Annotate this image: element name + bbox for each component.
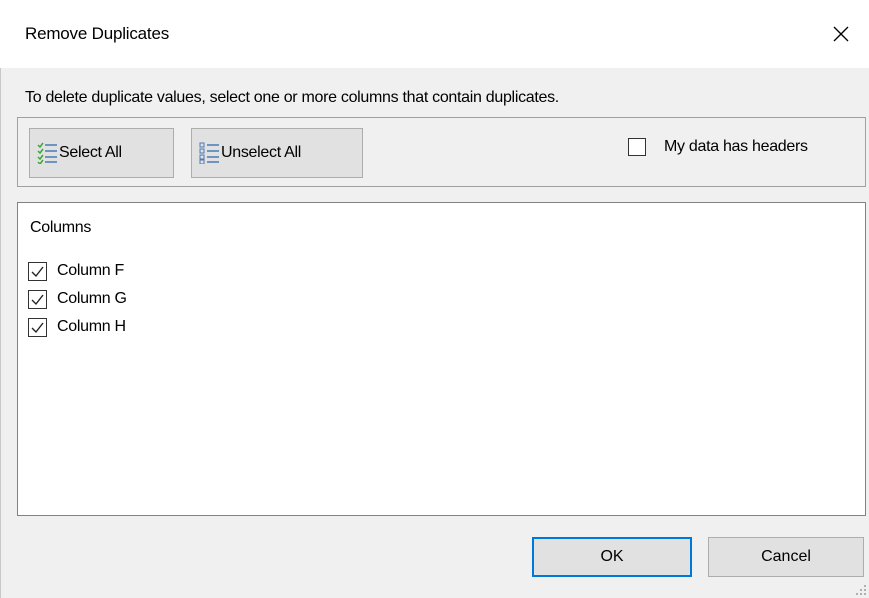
select-all-button[interactable]: Select All (29, 128, 174, 178)
checkmark-icon (31, 266, 44, 277)
column-g-label: Column G (57, 290, 127, 307)
window-left-edge (0, 68, 9, 598)
instruction-text: To delete duplicate values, select one o… (25, 89, 559, 106)
column-f-label: Column F (57, 262, 124, 279)
close-icon (833, 26, 849, 42)
dialog-title: Remove Duplicates (25, 24, 169, 43)
column-h-label: Column H (57, 318, 126, 335)
column-g-checkbox[interactable] (28, 289, 47, 309)
selection-toolbar: Select All Unselect All My data has head… (17, 117, 866, 187)
column-item-f[interactable]: Column F (28, 257, 127, 285)
checkmark-icon (31, 322, 44, 333)
columns-list-panel: Columns Column F Column G Column H (17, 202, 866, 516)
checklist-unchecked-icon (199, 142, 219, 165)
columns-list: Column F Column G Column H (28, 257, 127, 341)
close-button[interactable] (823, 0, 869, 68)
my-data-has-headers-option[interactable]: My data has headers (628, 138, 808, 156)
resize-grip-icon[interactable] (855, 584, 867, 596)
unselect-all-button[interactable]: Unselect All (191, 128, 363, 178)
column-h-checkbox[interactable] (28, 317, 47, 337)
checkmark-icon (31, 294, 44, 305)
headers-checkbox[interactable] (628, 138, 646, 156)
column-item-g[interactable]: Column G (28, 285, 127, 313)
select-all-label: Select All (59, 144, 122, 161)
cancel-button[interactable]: Cancel (708, 537, 864, 577)
unselect-all-label: Unselect All (221, 144, 301, 161)
headers-checkbox-label: My data has headers (664, 138, 808, 155)
ok-button[interactable]: OK (532, 537, 692, 577)
title-bar: Remove Duplicates (0, 0, 869, 68)
checklist-checked-icon (37, 142, 57, 166)
column-f-checkbox[interactable] (28, 261, 47, 281)
column-item-h[interactable]: Column H (28, 313, 127, 341)
columns-header: Columns (30, 219, 92, 236)
